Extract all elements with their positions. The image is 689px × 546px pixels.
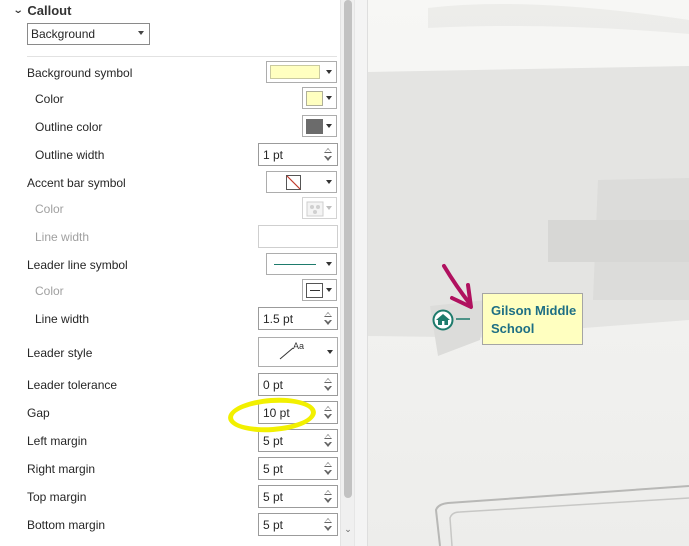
spin-down-icon[interactable] [324,319,332,325]
map-view[interactable]: Gilson Middle School [368,0,689,546]
leader-color-label: Color [35,284,64,298]
dropdown-arrow-icon [326,124,332,128]
spin-down-icon[interactable] [324,385,332,391]
bottom-margin-value: 5 pt [263,518,284,532]
scroll-down-icon[interactable]: ⌄ [343,524,353,536]
dropdown-arrow-icon [326,206,332,210]
callout-label-line2: School [491,321,535,336]
fill-color-swatch [306,91,323,106]
section-title: Callout [27,2,72,18]
accent-bar-symbol-label: Accent bar symbol [27,176,126,190]
accent-line-width-label: Line width [35,230,90,244]
leader-line-width-label: Line width [35,312,90,326]
dropdown-arrow-icon [326,262,332,266]
outline-color-label: Outline color [35,120,103,134]
school-icon[interactable] [432,309,454,331]
callout-label-line1: Gilson Middle [491,303,577,318]
gap-label: Gap [27,406,50,420]
spin-up-icon[interactable] [324,406,332,411]
leader-line-symbol-label: Leader line symbol [27,258,128,272]
spin-up-icon[interactable] [324,378,332,383]
spin-up-icon[interactable] [324,434,332,439]
left-margin-spinner[interactable]: 5 pt [258,429,338,452]
leader-style-picker[interactable]: Aa [258,337,338,367]
accent-line-width-field [258,225,338,248]
dropdown-arrow-icon [326,96,332,100]
leader-tolerance-spinner[interactable]: 0 pt [258,373,338,396]
background-symbol-swatch [270,65,320,79]
leader-line-sample [274,264,316,265]
spin-down-icon[interactable] [324,469,332,475]
accent-color-label: Color [35,202,64,216]
fill-color-picker[interactable] [302,87,337,109]
dropdown-arrow-icon [327,350,333,354]
outline-width-spinner[interactable]: 1 pt [258,143,338,166]
leader-line-width-value: 1.5 pt [263,312,294,326]
dropdown-arrow-icon [326,180,332,184]
dropdown-arrow-icon [326,288,332,292]
bottom-margin-spinner[interactable]: 5 pt [258,513,338,536]
right-margin-value: 5 pt [263,462,284,476]
divider [27,56,337,57]
leader-color-swatch [306,283,323,298]
chevron-down-icon[interactable]: ⌄ [13,5,24,16]
background-symbol-picker[interactable] [266,61,337,83]
background-symbol-label: Background symbol [27,66,133,80]
accent-color-picker [302,197,337,219]
spin-down-icon[interactable] [324,413,332,419]
accent-bar-symbol-picker[interactable] [266,171,337,193]
spin-down-icon[interactable] [324,155,332,161]
top-margin-label: Top margin [27,490,87,504]
color-label: Color [35,92,64,106]
spin-down-icon[interactable] [324,525,332,531]
leader-tolerance-value: 0 pt [263,378,284,392]
callout-type-dropdown[interactable]: Background [27,23,150,45]
bottom-margin-label: Bottom margin [27,518,106,532]
no-symbol-icon [286,175,301,190]
map-annotations [442,264,473,320]
leader-style-sample-text: Aa [293,341,305,351]
outline-color-picker[interactable] [302,115,337,137]
leader-tolerance-label: Leader tolerance [27,378,118,392]
spin-up-icon[interactable] [324,462,332,467]
color-palette-icon [306,201,324,217]
pane-splitter[interactable] [354,0,368,546]
right-margin-label: Right margin [27,462,96,476]
outline-width-value: 1 pt [263,148,284,162]
spin-up-icon[interactable] [324,148,332,153]
right-margin-spinner[interactable]: 5 pt [258,457,338,480]
dropdown-arrow-icon [138,31,144,35]
panel-scrollbar[interactable]: ⌄ [340,0,355,546]
scrollbar-thumb[interactable] [344,0,352,498]
top-margin-spinner[interactable]: 5 pt [258,485,338,508]
top-margin-value: 5 pt [263,490,284,504]
spin-up-icon[interactable] [324,518,332,523]
dropdown-arrow-icon [326,70,332,74]
callout-type-value: Background [31,27,96,41]
leader-line-width-spinner[interactable]: 1.5 pt [258,307,338,330]
outline-width-label: Outline width [35,148,105,162]
callout-section-header[interactable]: ⌄ Callout [13,1,72,19]
leader-style-label: Leader style [27,346,93,360]
map-callout-label[interactable]: Gilson Middle School [482,293,583,345]
callout-properties-panel: ⌄ Callout Background Background symbol C… [0,0,342,546]
outline-color-swatch [306,119,323,134]
leader-line-symbol-picker[interactable] [266,253,337,275]
spin-down-icon[interactable] [324,441,332,447]
spin-down-icon[interactable] [324,497,332,503]
spin-up-icon[interactable] [324,490,332,495]
spin-up-icon[interactable] [324,312,332,317]
left-margin-label: Left margin [27,434,88,448]
leader-color-picker[interactable] [302,279,337,301]
left-margin-value: 5 pt [263,434,284,448]
